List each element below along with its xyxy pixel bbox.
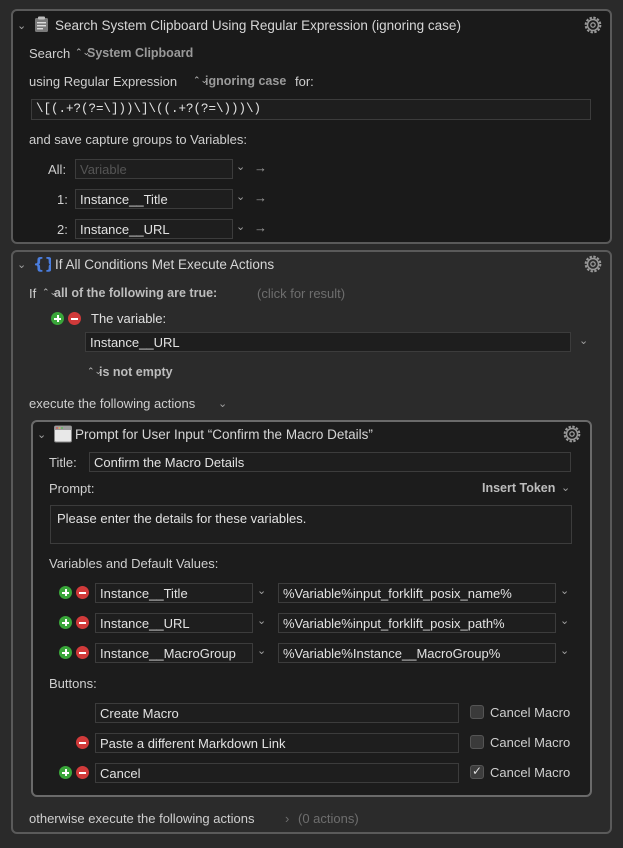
chevron-right-icon[interactable]: › xyxy=(285,811,289,826)
insert-token-menu[interactable]: Insert Token xyxy=(482,481,555,495)
cancel-macro-checkbox[interactable] xyxy=(470,705,484,719)
chevron-down-icon[interactable]: ⌄ xyxy=(560,584,569,597)
gear-icon[interactable] xyxy=(582,14,604,36)
cancel-macro-checkbox[interactable] xyxy=(470,735,484,749)
gear-icon[interactable] xyxy=(561,423,583,445)
chevron-down-icon[interactable]: ⌄ xyxy=(257,644,266,657)
click-for-result-link[interactable]: (click for result) xyxy=(257,286,345,301)
case-option-popup[interactable]: ignoring case xyxy=(205,74,286,88)
save-capture-label: and save capture groups to Variables: xyxy=(29,132,248,147)
arrow-right-icon[interactable]: → xyxy=(254,160,267,175)
clipboard-action-icon xyxy=(35,16,48,32)
chevron-down-icon[interactable]: ⌄ xyxy=(561,481,570,494)
title-label: Title: xyxy=(49,455,77,470)
chevron-down-icon[interactable]: ⌄ xyxy=(257,614,266,627)
group-all-label: All: xyxy=(48,162,67,177)
prompt-label: Prompt: xyxy=(49,481,95,496)
prompt-window-icon xyxy=(54,425,72,443)
chevron-down-icon[interactable]: ⌄ xyxy=(560,614,569,627)
chevron-down-icon[interactable]: ⌄ xyxy=(236,160,245,173)
disclosure-chevron-icon[interactable]: ⌄ xyxy=(17,19,26,32)
plus-icon[interactable] xyxy=(59,616,72,629)
regex-field[interactable]: \[(.+?(?=\]))\]\((.+?(?=\)))\) xyxy=(31,99,591,120)
button-label-field[interactable]: Cancel xyxy=(95,763,459,783)
cancel-macro-checkbox[interactable] xyxy=(470,764,484,779)
cancel-macro-label[interactable]: Cancel Macro xyxy=(490,705,570,720)
otherwise-label: otherwise execute the following actions xyxy=(29,811,255,826)
action-title: Search System Clipboard Using Regular Ex… xyxy=(55,18,461,33)
if-label: If xyxy=(29,286,37,301)
minus-icon[interactable] xyxy=(76,766,89,779)
variable-name-field[interactable]: Instance__MacroGroup xyxy=(95,643,253,663)
disclosure-chevron-icon[interactable]: ⌄ xyxy=(37,428,46,441)
chevron-down-icon[interactable]: ⌄ xyxy=(579,334,588,347)
disclosure-chevron-icon[interactable]: ⌄ xyxy=(17,258,26,271)
variables-label: Variables and Default Values: xyxy=(49,556,219,571)
condition-label: The variable: xyxy=(91,311,167,326)
plus-icon[interactable] xyxy=(59,766,72,779)
buttons-label: Buttons: xyxy=(49,676,97,691)
group-1-label: 1: xyxy=(57,192,68,207)
if-action-title: If All Conditions Met Execute Actions xyxy=(55,257,275,272)
minus-icon[interactable] xyxy=(68,312,81,325)
plus-icon[interactable] xyxy=(59,646,72,659)
source-popup[interactable]: System Clipboard xyxy=(87,46,193,60)
cancel-macro-label[interactable]: Cancel Macro xyxy=(490,765,570,780)
plus-icon[interactable] xyxy=(59,586,72,599)
group-1-field[interactable]: Instance__Title xyxy=(75,189,233,209)
chevron-down-icon[interactable]: ⌄ xyxy=(218,397,227,410)
button-label-field[interactable]: Create Macro xyxy=(95,703,459,723)
minus-icon[interactable] xyxy=(76,736,89,749)
search-label: Search xyxy=(29,46,71,61)
minus-icon[interactable] xyxy=(76,586,89,599)
plus-icon[interactable] xyxy=(51,312,64,325)
button-label-field[interactable]: Paste a different Markdown Link xyxy=(95,733,459,753)
cancel-macro-label[interactable]: Cancel Macro xyxy=(490,735,570,750)
arrow-right-icon[interactable]: → xyxy=(254,190,267,205)
using-label: using Regular Expression xyxy=(29,74,178,89)
condition-variable-field[interactable]: Instance__URL xyxy=(85,332,571,352)
group-2-label: 2: xyxy=(57,222,68,237)
if-braces-icon: {} xyxy=(33,254,51,273)
condition-mode-popup[interactable]: all of the following are true: xyxy=(54,286,217,300)
variable-default-field[interactable]: %Variable%Instance__MacroGroup% xyxy=(278,643,556,663)
svg-text:{}: {} xyxy=(33,254,51,273)
minus-icon[interactable] xyxy=(76,646,89,659)
chevron-down-icon[interactable]: ⌄ xyxy=(236,220,245,233)
otherwise-action-count: (0 actions) xyxy=(298,811,359,826)
for-label: for: xyxy=(295,74,314,89)
variable-default-field[interactable]: %Variable%input_forklift_posix_name% xyxy=(278,583,556,603)
arrow-right-icon[interactable]: → xyxy=(254,220,267,235)
chevron-down-icon[interactable]: ⌄ xyxy=(236,190,245,203)
prompt-action-title: Prompt for User Input “Confirm the Macro… xyxy=(75,427,373,442)
prompt-text-field[interactable]: Please enter the details for these varia… xyxy=(50,505,572,544)
chevron-down-icon[interactable]: ⌄ xyxy=(560,644,569,657)
group-all-field[interactable]: Variable xyxy=(75,159,233,179)
chevron-down-icon[interactable]: ⌄ xyxy=(257,584,266,597)
minus-icon[interactable] xyxy=(76,616,89,629)
gear-icon[interactable] xyxy=(582,253,604,275)
variable-name-field[interactable]: Instance__URL xyxy=(95,613,253,633)
execute-label: execute the following actions xyxy=(29,396,196,411)
group-2-field[interactable]: Instance__URL xyxy=(75,219,233,239)
title-field[interactable]: Confirm the Macro Details xyxy=(89,452,571,472)
operator-popup[interactable]: is not empty xyxy=(99,365,173,379)
variable-name-field[interactable]: Instance__Title xyxy=(95,583,253,603)
variable-default-field[interactable]: %Variable%input_forklift_posix_path% xyxy=(278,613,556,633)
